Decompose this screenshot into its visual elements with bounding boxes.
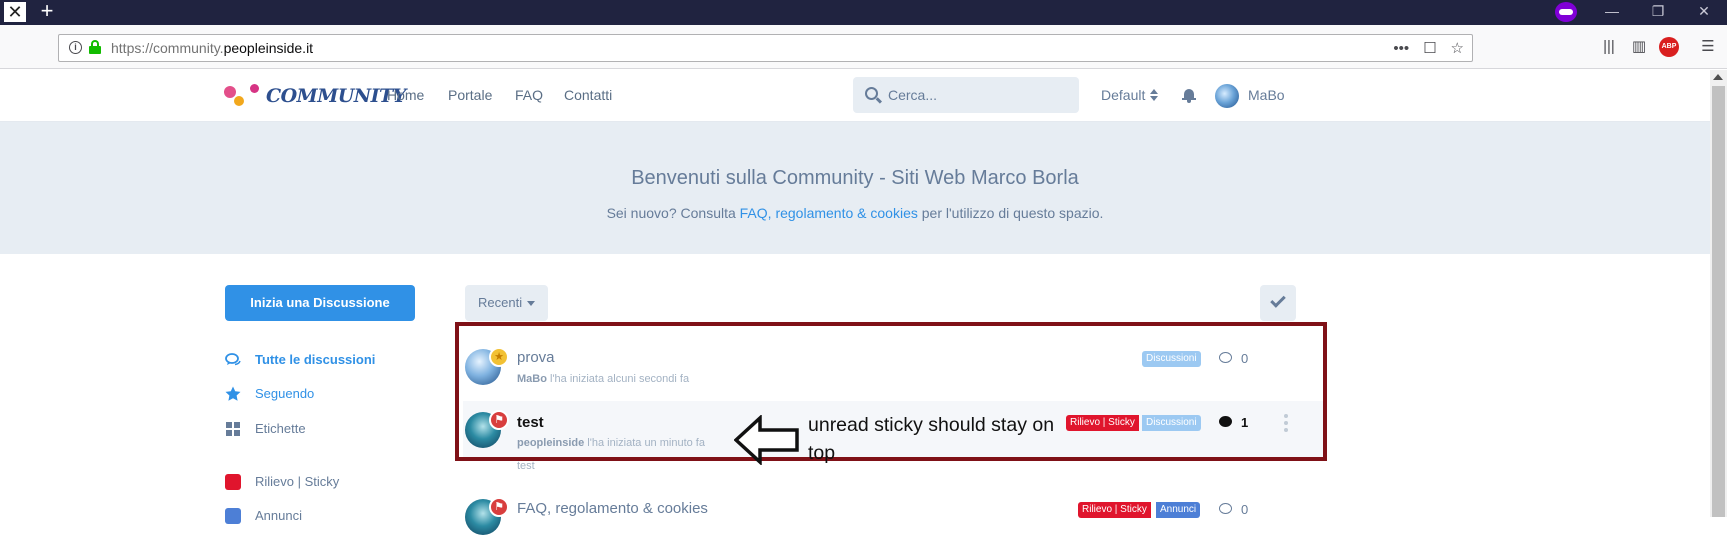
sidebar-item-label: Annunci xyxy=(255,508,302,523)
discussion-title[interactable]: FAQ, regolamento & cookies xyxy=(517,500,708,517)
tag-annunci[interactable]: Annunci xyxy=(1156,502,1201,518)
browser-titlebar xyxy=(0,0,1727,25)
close-window-button[interactable]: ✕ xyxy=(1684,0,1724,24)
logo-text: COMMUNITY xyxy=(266,85,406,107)
pin-badge-icon: ⚑ xyxy=(489,497,509,517)
tag-color-square xyxy=(225,474,241,490)
comments-icon xyxy=(225,353,241,366)
restore-button[interactable]: ❐ xyxy=(1638,0,1678,24)
new-tab-button[interactable]: + xyxy=(36,0,58,24)
start-discussion-button[interactable]: Inizia una Discussione xyxy=(225,285,415,321)
check-icon xyxy=(1270,292,1286,308)
site-logo[interactable]: COMMUNITY xyxy=(224,82,406,112)
hamburger-menu-icon[interactable]: ☰ xyxy=(1697,36,1719,58)
reply-count: 0 xyxy=(1241,502,1249,517)
user-menu[interactable]: MaBo xyxy=(1248,87,1285,103)
theme-selector[interactable]: Default xyxy=(1101,87,1145,103)
page-actions-icon[interactable]: ••• xyxy=(1393,40,1409,57)
hero-sub-prefix: Sei nuovo? Consulta xyxy=(606,205,740,221)
star-icon xyxy=(225,386,241,401)
comment-icon xyxy=(1219,503,1232,514)
arrow-left-icon xyxy=(734,415,799,465)
tag-sticky[interactable]: Rilievo | Sticky xyxy=(1078,502,1151,518)
sidebar-item-label: Etichette xyxy=(255,421,306,436)
tag-color-square xyxy=(225,508,241,524)
lock-icon[interactable] xyxy=(89,40,101,54)
notifications-bell-icon[interactable] xyxy=(1182,88,1196,103)
library-icon[interactable]: ||| xyxy=(1598,36,1620,58)
scrollbar-thumb[interactable] xyxy=(1712,86,1725,517)
nav-home[interactable]: Home xyxy=(387,87,424,103)
annotation-text: unread sticky should stay on top xyxy=(808,414,1055,464)
logo-flower-icon xyxy=(224,86,236,98)
tags-grid-icon xyxy=(226,422,240,436)
minimize-button[interactable]: — xyxy=(1592,0,1632,24)
sort-dropdown[interactable]: Recenti xyxy=(465,285,548,321)
hero-sub-suffix: per l'utilizzo di questo spazio. xyxy=(917,205,1104,221)
search-input[interactable]: Cerca... xyxy=(853,77,1079,113)
sidebar-icon[interactable]: ▥ xyxy=(1628,36,1650,58)
sidebar-item-label: Seguendo xyxy=(255,386,315,401)
bookmark-star-icon[interactable]: ☆ xyxy=(1451,39,1464,57)
sort-updown-icon[interactable] xyxy=(1150,89,1158,101)
scroll-up-arrow-icon[interactable] xyxy=(1713,74,1723,80)
url-actions: ••• ☐ ☆ xyxy=(1393,38,1464,58)
mark-all-read-button[interactable] xyxy=(1260,285,1296,321)
logo-flower-icon xyxy=(250,84,259,93)
private-browsing-mask-icon xyxy=(1555,2,1577,22)
hero-subtitle: Sei nuovo? Consulta FAQ, regolamento & c… xyxy=(0,205,1710,221)
faq-link[interactable]: FAQ, regolamento & cookies xyxy=(740,205,918,221)
tab-close-icon[interactable]: ✕ xyxy=(4,2,26,22)
nav-contatti[interactable]: Contatti xyxy=(564,87,612,103)
url-bar[interactable]: i https://community.peopleinside.it ••• … xyxy=(58,34,1473,62)
pocket-icon[interactable]: ☐ xyxy=(1423,39,1436,57)
logo-flower-icon xyxy=(234,96,244,106)
search-icon xyxy=(865,87,878,100)
discussion-excerpt: test xyxy=(517,460,535,472)
user-avatar[interactable] xyxy=(1215,84,1239,108)
adblock-plus-icon[interactable]: ABP xyxy=(1659,37,1679,57)
nav-faq[interactable]: FAQ xyxy=(515,87,543,103)
sidebar-item-label: Tutte le discussioni xyxy=(255,352,376,367)
url-text[interactable]: https://community.peopleinside.it xyxy=(111,40,313,56)
site-info-icon[interactable]: i xyxy=(69,41,82,54)
caret-down-icon xyxy=(527,301,535,306)
sort-label: Recenti xyxy=(478,295,523,310)
nav-portale[interactable]: Portale xyxy=(448,87,492,103)
search-placeholder: Cerca... xyxy=(888,87,938,103)
hero-title: Benvenuti sulla Community - Siti Web Mar… xyxy=(631,167,1079,189)
sidebar-item-label: Rilievo | Sticky xyxy=(255,474,340,489)
